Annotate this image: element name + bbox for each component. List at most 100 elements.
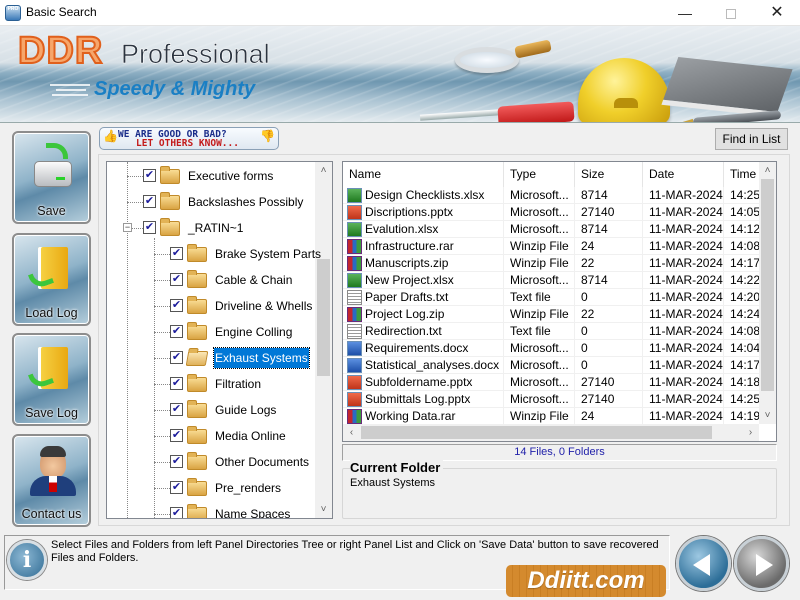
maximize-button[interactable]: [708, 0, 754, 26]
file-row[interactable]: New Project.xlsx Microsoft... 8714 11-MAR-2…: [343, 272, 760, 289]
file-row[interactable]: Infrastructure.rar Winzip File 24 11-MAR-20…: [343, 238, 760, 255]
tree-item[interactable]: ✔ Brake System Parts: [170, 244, 332, 264]
tree-item-checkbox[interactable]: ✔: [170, 325, 183, 338]
tree-item-label[interactable]: Engine Colling: [214, 322, 293, 342]
tree-item-checkbox[interactable]: ✔: [170, 299, 183, 312]
zip-file-icon: [347, 239, 362, 254]
file-row[interactable]: Statistical_analyses.docx Microsoft... 0 11…: [343, 357, 760, 374]
tree-item-label[interactable]: Backslashes Possibly: [187, 192, 304, 212]
back-button[interactable]: [676, 536, 731, 591]
directory-tree[interactable]: ˄ ˅ ✔ Executive forms ✔ Backslashes Possibl…: [106, 161, 333, 519]
column-header-name[interactable]: Name: [343, 162, 504, 187]
folder-icon: [187, 270, 207, 288]
file-list-vertical-scrollbar[interactable]: ˄ ˅: [759, 162, 776, 424]
load-log-button[interactable]: Load Log: [12, 233, 91, 326]
file-name-cell: Redirection.txt: [365, 323, 504, 340]
file-list-horizontal-scrollbar[interactable]: ‹ ›: [343, 424, 759, 441]
txt-file-icon: [347, 324, 362, 339]
feedback-banner[interactable]: 👍 WE ARE GOOD OR BAD? LET OTHERS KNOW...…: [99, 127, 279, 150]
file-row[interactable]: Working Data.rar Winzip File 24 11-MAR-2024…: [343, 408, 760, 425]
tree-item-checkbox[interactable]: ✔: [170, 351, 183, 364]
collapse-toggle[interactable]: −: [123, 223, 132, 232]
tree-item[interactable]: ✔ Cable & Chain: [170, 270, 332, 290]
scroll-down-arrow[interactable]: ˅: [759, 407, 776, 424]
tree-item-label[interactable]: Pre_renders: [214, 478, 282, 498]
tree-item[interactable]: ✔ Media Online: [170, 426, 332, 446]
tree-item-checkbox[interactable]: ✔: [143, 195, 156, 208]
file-list[interactable]: Name Type Size Date Time Working Data.rar Win…: [342, 161, 777, 442]
scroll-thumb[interactable]: [761, 179, 774, 391]
file-row[interactable]: Manuscripts.zip Winzip File 22 11-MAR-2024 1…: [343, 255, 760, 272]
file-name-cell: Infrastructure.rar: [365, 238, 504, 255]
tree-item-label[interactable]: _RATIN~1: [187, 218, 244, 238]
tree-item[interactable]: ✔ Pre_renders: [170, 478, 332, 498]
tree-item-label[interactable]: Cable & Chain: [214, 270, 293, 290]
tree-item-checkbox[interactable]: ✔: [143, 169, 156, 182]
file-row[interactable]: Project Log.zip Winzip File 22 11-MAR-2024 1…: [343, 306, 760, 323]
tree-item[interactable]: ✔ Name Spaces: [170, 504, 332, 518]
tree-item-checkbox[interactable]: ✔: [170, 403, 183, 416]
file-row[interactable]: Submittals Log.pptx Microsoft... 27140 11-M…: [343, 391, 760, 408]
scroll-up-arrow[interactable]: ˄: [315, 162, 332, 179]
column-header-type[interactable]: Type: [504, 162, 575, 187]
save-button[interactable]: Save: [12, 131, 91, 224]
maximize-icon: [726, 9, 736, 20]
tree-item-checkbox[interactable]: ✔: [170, 377, 183, 390]
file-type-cell: Microsoft...: [510, 221, 575, 238]
tree-item-label[interactable]: Media Online: [214, 426, 287, 446]
file-row[interactable]: Design Checklists.xlsx Microsoft... 8714 11…: [343, 187, 760, 204]
tree-item[interactable]: ✔ Filtration: [170, 374, 332, 394]
contact-us-button[interactable]: Contact us: [12, 434, 91, 527]
tree-item-label[interactable]: Exhaust Systems: [213, 347, 310, 369]
tree-item-checkbox[interactable]: ✔: [170, 429, 183, 442]
next-button[interactable]: [734, 536, 789, 591]
file-row[interactable]: Discriptions.pptx Microsoft... 27140 11-MAR…: [343, 204, 760, 221]
tree-item-label[interactable]: Guide Logs: [214, 400, 277, 420]
tree-item-label[interactable]: Filtration: [214, 374, 262, 394]
tree-item-label[interactable]: Other Documents: [214, 452, 310, 472]
file-row[interactable]: Paper Drafts.txt Text file 0 11-MAR-2024 14:…: [343, 289, 760, 306]
file-row[interactable]: Evalution.xlsx Microsoft... 8714 11-MAR-202…: [343, 221, 760, 238]
tree-item[interactable]: ✔ Guide Logs: [170, 400, 332, 420]
tree-item[interactable]: ✔ Driveline & Whells: [170, 296, 332, 316]
file-name-cell: Evalution.xlsx: [365, 221, 504, 238]
tree-item-label[interactable]: Brake System Parts: [214, 244, 322, 264]
tree-item-label[interactable]: Driveline & Whells: [214, 296, 313, 316]
file-date-cell: 11-MAR-2024: [649, 255, 724, 272]
file-type-cell: Winzip File: [510, 408, 575, 425]
tree-item-checkbox[interactable]: ✔: [143, 221, 156, 234]
file-size-cell: 0: [581, 340, 643, 357]
column-header-size[interactable]: Size: [575, 162, 643, 187]
minimize-button[interactable]: —: [662, 0, 708, 26]
file-date-cell: 11-MAR-2024: [649, 204, 724, 221]
file-size-cell: 8714: [581, 221, 643, 238]
tree-item[interactable]: ✔ Engine Colling: [170, 322, 332, 342]
file-type-cell: Winzip File: [510, 306, 575, 323]
file-row[interactable]: Subfoldername.pptx Microsoft... 27140 11-MA…: [343, 374, 760, 391]
pptx-file-icon: [347, 392, 362, 407]
tree-item[interactable]: ✔ Other Documents: [170, 452, 332, 472]
tree-item[interactable]: ✔ Backslashes Possibly: [143, 192, 313, 212]
tree-item[interactable]: ✔ Exhaust Systems: [170, 347, 332, 369]
tree-item-label[interactable]: Executive forms: [187, 166, 274, 186]
tree-item-checkbox[interactable]: ✔: [170, 455, 183, 468]
scroll-left-arrow[interactable]: ‹: [343, 424, 360, 441]
find-in-list-button[interactable]: Find in List: [715, 128, 788, 150]
column-header-time[interactable]: Time: [724, 162, 764, 187]
tree-item-checkbox[interactable]: ✔: [170, 247, 183, 260]
scroll-thumb[interactable]: [361, 426, 712, 439]
tree-item[interactable]: ✔ Executive forms: [143, 166, 313, 186]
close-button[interactable]: ✕: [754, 0, 800, 26]
tree-item-label[interactable]: Name Spaces: [214, 504, 291, 518]
tree-item-checkbox[interactable]: ✔: [170, 273, 183, 286]
file-date-cell: 11-MAR-2024: [649, 323, 724, 340]
scroll-up-arrow[interactable]: ˄: [759, 162, 776, 179]
tree-item-checkbox[interactable]: ✔: [170, 481, 183, 494]
file-row[interactable]: Requirements.docx Microsoft... 0 11-MAR-202…: [343, 340, 760, 357]
save-log-button[interactable]: Save Log: [12, 333, 91, 426]
column-header-date[interactable]: Date: [643, 162, 724, 187]
tree-item[interactable]: ✔ _RATIN~1: [143, 218, 313, 238]
tree-item-checkbox[interactable]: ✔: [170, 507, 183, 518]
scroll-right-arrow[interactable]: ›: [742, 424, 759, 441]
file-row[interactable]: Redirection.txt Text file 0 11-MAR-2024 14:0…: [343, 323, 760, 340]
